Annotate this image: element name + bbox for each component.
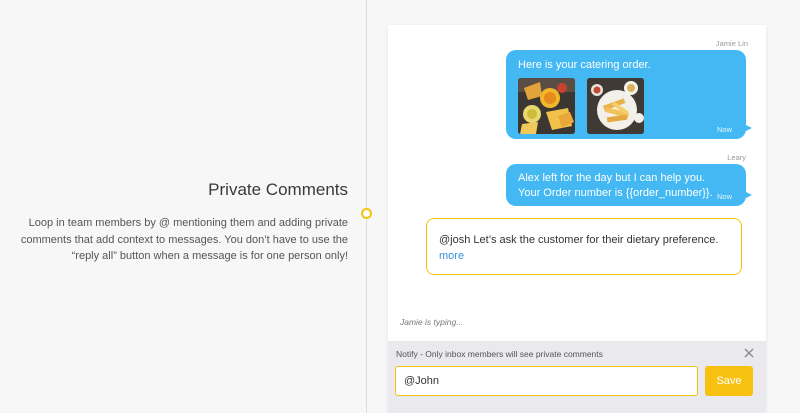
feature-description: Private Comments Loop in team members by… xyxy=(18,180,348,265)
message-line: Your Order number is {{order_number}}. xyxy=(518,186,713,199)
private-comment-composer: Notify - Only inbox members will see pri… xyxy=(388,341,766,413)
message-time: Now xyxy=(716,192,732,201)
message-sender: Leary xyxy=(727,153,746,162)
bubble-tail xyxy=(744,124,752,132)
more-link[interactable]: more xyxy=(439,250,464,262)
private-comment: @josh Let’s ask the customer for their d… xyxy=(426,218,742,275)
feature-text: Loop in team members by @ mentioning the… xyxy=(20,217,348,262)
timeline-marker xyxy=(361,208,372,219)
chat-message: Alex left for the day but I can help you… xyxy=(506,164,752,206)
nachos-photo[interactable] xyxy=(518,78,575,134)
chat-message: Here is your catering order. Now xyxy=(506,50,752,139)
fries-photo[interactable] xyxy=(587,78,644,134)
message-line: Alex left for the day but I can help you… xyxy=(518,172,706,184)
timeline-divider xyxy=(366,0,367,413)
bubble-tail xyxy=(744,191,752,199)
message-sender: Jamie Lin xyxy=(715,39,748,48)
feature-title: Private Comments xyxy=(208,180,348,199)
private-comment-text: @josh Let’s ask the customer for their d… xyxy=(439,234,719,246)
message-text: Alex left for the day but I can help you… xyxy=(518,171,713,200)
save-button[interactable]: Save xyxy=(705,366,753,396)
close-icon[interactable] xyxy=(742,346,756,360)
typing-indicator: Jamie is typing... xyxy=(400,317,464,327)
comment-input[interactable] xyxy=(395,366,698,396)
message-time: Now xyxy=(716,125,732,134)
message-text: Here is your catering order. xyxy=(518,59,651,71)
chat-panel: Jamie Lin Here is your catering order. N… xyxy=(388,25,766,413)
notify-text: Notify - Only inbox members will see pri… xyxy=(396,349,603,359)
